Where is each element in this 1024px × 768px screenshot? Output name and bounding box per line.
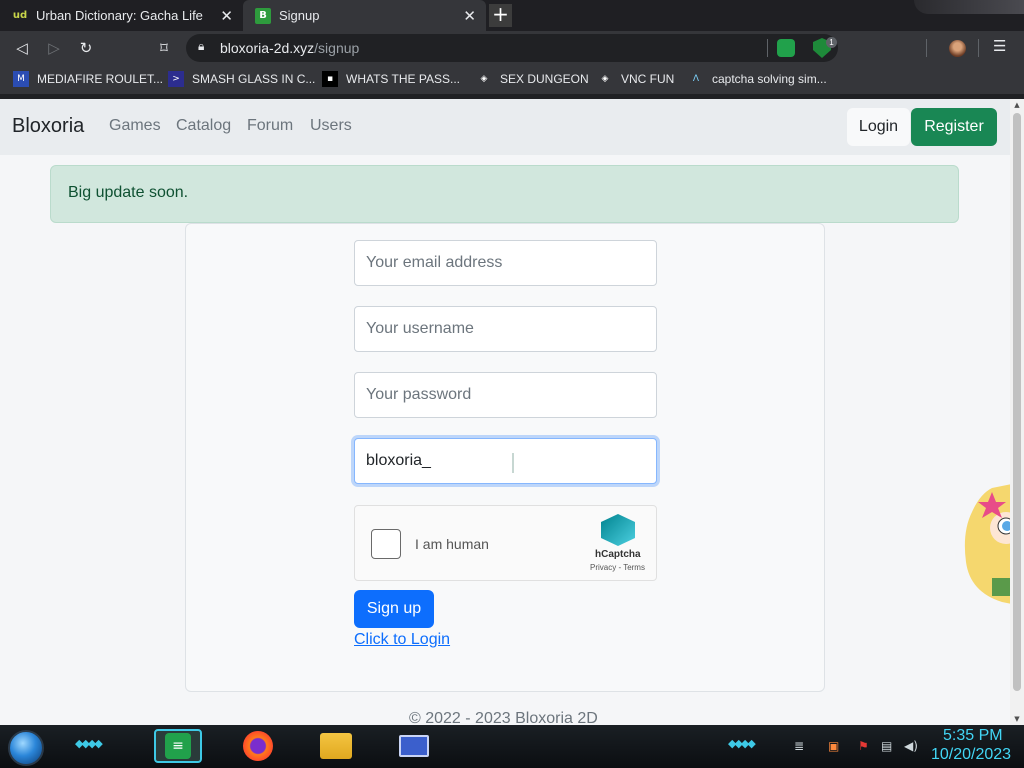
window-frame-decoration [914,0,1024,14]
signup-card: I am human hCaptcha Privacy - Terms Sign… [185,223,825,692]
register-button[interactable]: Register [911,108,997,146]
announcement-alert: Big update soon. [50,165,959,223]
app-tray-icon[interactable]: ▣ [828,739,839,753]
close-tab-icon[interactable]: ✕ [220,7,233,25]
back-icon[interactable]: ◁ [11,37,33,59]
clock-date[interactable]: 10/20/2023 [931,746,1011,764]
reload-icon[interactable]: ↻ [75,37,97,59]
toolbar-divider [978,39,979,57]
ud-favicon-icon: ud [12,10,28,21]
close-tab-icon[interactable]: ✕ [463,7,476,25]
network-icon[interactable]: ▤ [881,739,892,753]
mediafire-icon: M [13,71,29,87]
browser-toolbar: ◁ ▷ ↻ ⌑ 🔒︎ bloxoria-2d.xyz/signup 1 ☰ [0,31,1024,65]
address-bar[interactable]: 🔒︎ bloxoria-2d.xyz/signup [186,34,838,62]
captcha-checkbox[interactable] [371,529,401,559]
email-field[interactable] [354,240,657,286]
window-app-icon [399,735,429,757]
active-text-field[interactable] [354,438,657,484]
taskbar-firefox[interactable] [234,729,282,763]
bookmark-captcha-solving[interactable]: Λ captcha solving sim... [688,71,827,87]
lock-icon: 🔒︎ [198,39,205,53]
taskbar-decoration: ◆◆◆◆ [728,737,756,750]
tab-signup[interactable]: B Signup ✕ [243,0,486,31]
taskbar-window-app[interactable] [390,729,438,763]
nav-link-catalog[interactable]: Catalog [176,117,231,135]
browser-tab-strip: ud Urban Dictionary: Gacha Life ✕ B Sign… [0,0,1024,31]
login-button[interactable]: Login [847,108,910,146]
hcaptcha-logo-icon [601,514,635,546]
tab-title: Urban Dictionary: Gacha Life [36,8,203,23]
page-scrollbar[interactable]: ▲ ▼ [1010,99,1024,725]
roblox-icon: ◈ [601,74,609,84]
taskbar-decoration: ◆◆◆◆ [75,737,103,750]
profile-avatar[interactable] [949,40,966,57]
bloxoria-favicon-icon: B [255,7,271,24]
os-taskbar: ◆◆◆◆ ≡ ◆◆◆◆ ≣ ▣ ⚑ ▤ ◀) 5:35 PM 10/20/202… [0,725,1024,768]
bookmark-icon[interactable]: ⌑ [153,37,175,59]
text-cursor-icon [512,453,514,473]
bookmarks-bar: M MEDIAFIRE ROULET... > SMASH GLASS IN C… [0,65,1024,94]
login-link[interactable]: Click to Login [354,631,450,649]
bookmark-mediafire[interactable]: M MEDIAFIRE ROULET... [13,71,163,87]
forward-icon[interactable]: ▷ [43,37,65,59]
captcha-legal-links[interactable]: Privacy - Terms [590,563,645,572]
site-footer: © 2022 - 2023 Bloxoria 2D [409,710,598,725]
scroll-down-icon[interactable]: ▼ [1013,715,1021,723]
menu-icon[interactable]: ☰ [993,37,1006,55]
roblox-icon: ◈ [480,74,488,84]
cartoon-character-sticker [964,484,1010,604]
extension-badge: 1 [826,37,837,48]
url-text: bloxoria-2d.xyz/signup [220,40,360,56]
bookmark-vnc-fun[interactable]: ◈ VNC FUN [597,71,675,87]
taskbar-spotify[interactable]: ≡ [154,729,202,763]
scroll-up-icon[interactable]: ▲ [1013,101,1021,109]
bookmark-sex-dungeon[interactable]: ◈ SEX DUNGEON [476,71,589,87]
site-navbar: Bloxoria Games Catalog Forum Users Login… [0,99,1010,155]
file-explorer-icon [320,733,352,759]
tab-title: Signup [279,8,320,23]
nav-link-forum[interactable]: Forum [247,117,293,135]
clock-time[interactable]: 5:35 PM [943,727,1003,745]
scrollbar-thumb[interactable] [1013,113,1021,691]
captcha-label: I am human [415,536,489,552]
signup-button[interactable]: Sign up [354,590,434,628]
web-page: Bloxoria Games Catalog Forum Users Login… [0,99,1010,725]
arch-icon: Λ [692,74,700,84]
volume-icon[interactable]: ◀) [904,739,918,753]
new-tab-button[interactable]: + [489,4,512,27]
show-hidden-icons-icon[interactable]: ≣ [794,739,804,753]
hcaptcha-widget: I am human hCaptcha Privacy - Terms [354,505,657,581]
bookmark-whats-the-pass[interactable]: ▪ WHATS THE PASS... [322,71,460,87]
bookmark-smash-glass[interactable]: > SMASH GLASS IN C... [168,71,315,87]
action-center-flag-icon[interactable]: ⚑ [858,739,869,753]
toolbar-divider [767,39,768,57]
tab-urban-dictionary[interactable]: ud Urban Dictionary: Gacha Life ✕ [0,0,243,31]
nav-link-users[interactable]: Users [310,117,352,135]
spotify-extension-icon[interactable] [777,39,795,57]
site-brand[interactable]: Bloxoria [12,115,84,138]
spotify-icon: ≡ [165,733,191,759]
terminal-icon: ▪ [322,71,338,87]
firefox-icon [243,731,273,761]
nav-link-games[interactable]: Games [109,117,161,135]
toolbar-divider [926,39,927,57]
username-field[interactable] [354,306,657,352]
taskbar-file-explorer[interactable] [312,729,360,763]
captcha-brand: hCaptcha [595,549,641,560]
password-field[interactable] [354,372,657,418]
start-orb-icon[interactable] [8,730,44,766]
smash-icon: > [168,71,184,87]
